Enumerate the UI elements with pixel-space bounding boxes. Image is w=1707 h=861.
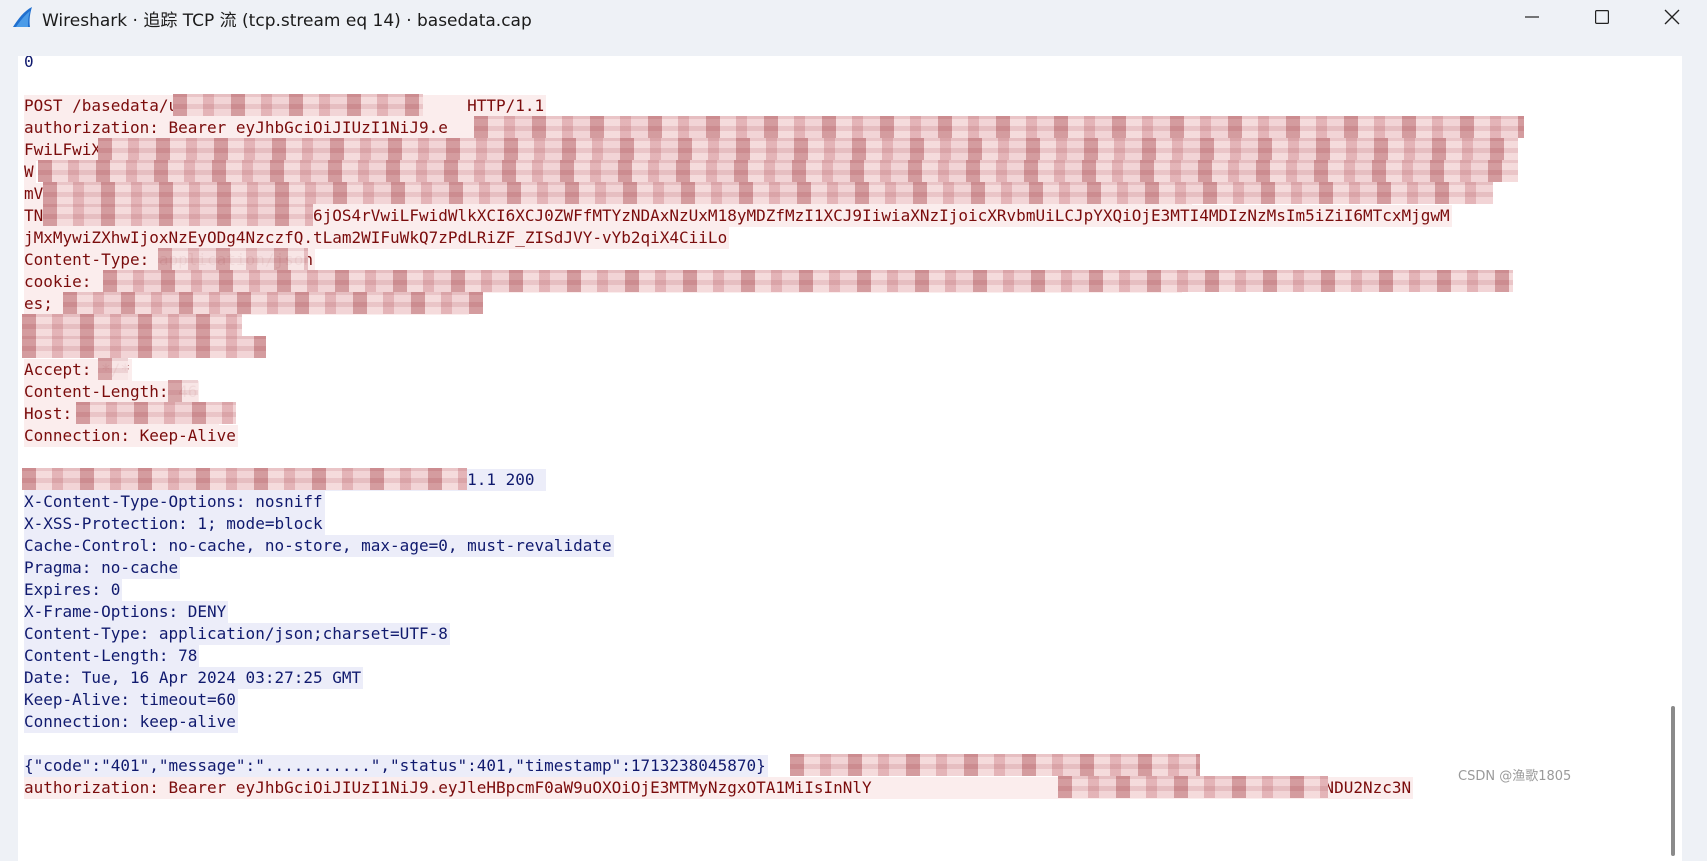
server-response-line: Date: Tue, 16 Apr 2024 03:27:25 GMT (24, 667, 364, 689)
stream-line-text: Pragma: no-cache (24, 557, 181, 579)
server-response-line: {"code":"401","message":"...........","s… (24, 755, 768, 777)
stream-line-text: Content-Type: application/json;charset=U… (24, 623, 450, 645)
redaction-block (103, 270, 1513, 292)
scrollbar-thumb[interactable] (1671, 706, 1675, 856)
stream-line-text: Keep-Alive: timeout=60 (24, 689, 238, 711)
redaction-block (22, 314, 242, 336)
redaction-block (98, 138, 1518, 160)
stream-line-text: 0 (24, 56, 34, 71)
stream-line-text: X-XSS-Protection: 1; mode=block (24, 513, 325, 535)
client-request-line: jMxMywiZXhwIjoxNzEyODg4NzczfQ.tLam2WIFuW… (24, 227, 730, 249)
vertical-scrollbar[interactable] (1664, 56, 1682, 861)
stream-line-text: Connection: Keep-Alive (24, 425, 238, 447)
redaction-block (98, 358, 128, 380)
redaction-block (158, 248, 308, 270)
server-response-line: Content-Type: application/json;charset=U… (24, 623, 450, 645)
server-response-line: Connection: keep-alive (24, 711, 238, 733)
stream-line-text: Cache-Control: no-cache, no-store, max-a… (24, 535, 614, 557)
server-response-line: Keep-Alive: timeout=60 (24, 689, 238, 711)
minimize-icon (1525, 16, 1539, 18)
close-icon (1664, 9, 1680, 25)
tcp-stream-text-pane[interactable]: 0POST /basedata/u en HTTP/1.1authorizati… (18, 56, 1664, 861)
title-bar: Wireshark · 追踪 TCP 流 (tcp.stream eq 14) … (0, 0, 1707, 34)
server-response-line: Content-Length: 78 (24, 645, 200, 667)
server-response-line: Cache-Control: no-cache, no-store, max-a… (24, 535, 614, 557)
server-response-line: X-Content-Type-Options: nosniff (24, 491, 325, 513)
stream-line-text: jMxMywiZXhwIjoxNzEyODg4NzczfQ.tLam2WIFuW… (24, 227, 730, 249)
maximize-button[interactable] (1567, 0, 1637, 34)
stream-line-text: FwiLFwiX (24, 139, 104, 161)
stream-line: 0 (24, 56, 36, 73)
server-response-line: X-Frame-Options: DENY (24, 601, 229, 623)
redaction-block (76, 402, 236, 424)
client-request-line: W (24, 161, 36, 183)
minimize-button[interactable] (1497, 0, 1567, 34)
client-request-line: FwiLFwiX (24, 139, 104, 161)
window-title: Wireshark · 追踪 TCP 流 (tcp.stream eq 14) … (42, 11, 532, 31)
stream-line-text: Connection: keep-alive (24, 711, 238, 733)
redaction-block (474, 116, 1524, 138)
stream-line-text: Date: Tue, 16 Apr 2024 03:27:25 GMT (24, 667, 364, 689)
redaction-block (1058, 776, 1328, 798)
stream-line (24, 733, 26, 755)
client-request-line: Connection: Keep-Alive (24, 425, 238, 447)
server-response-line: Pragma: no-cache (24, 557, 181, 579)
stream-line-text: Content-Length: 78 (24, 645, 200, 667)
stream-line (24, 447, 26, 469)
wireshark-fin-icon (10, 5, 34, 29)
server-response-line: Expires: 0 (24, 579, 123, 601)
close-button[interactable] (1637, 0, 1707, 34)
redaction-block (22, 468, 467, 490)
maximize-icon (1595, 10, 1609, 24)
watermark: CSDN @渔歌1805 (1458, 769, 1572, 784)
stream-line-text: X-Frame-Options: DENY (24, 601, 229, 623)
stream-line (24, 73, 26, 95)
redaction-block (43, 204, 313, 226)
redaction-block (63, 292, 483, 314)
redaction-block (790, 754, 1200, 776)
stream-line-text: X-Content-Type-Options: nosniff (24, 491, 325, 513)
redaction-block (38, 160, 1518, 182)
stream-line-text: W (24, 161, 36, 183)
stream-line-text: Expires: 0 (24, 579, 123, 601)
stream-line-text: {"code":"401","message":"...........","s… (24, 755, 768, 777)
redaction-block (173, 94, 423, 116)
redaction-block (43, 182, 1493, 204)
redaction-block (22, 336, 266, 358)
redaction-block (168, 380, 198, 402)
server-response-line: X-XSS-Protection: 1; mode=block (24, 513, 325, 535)
